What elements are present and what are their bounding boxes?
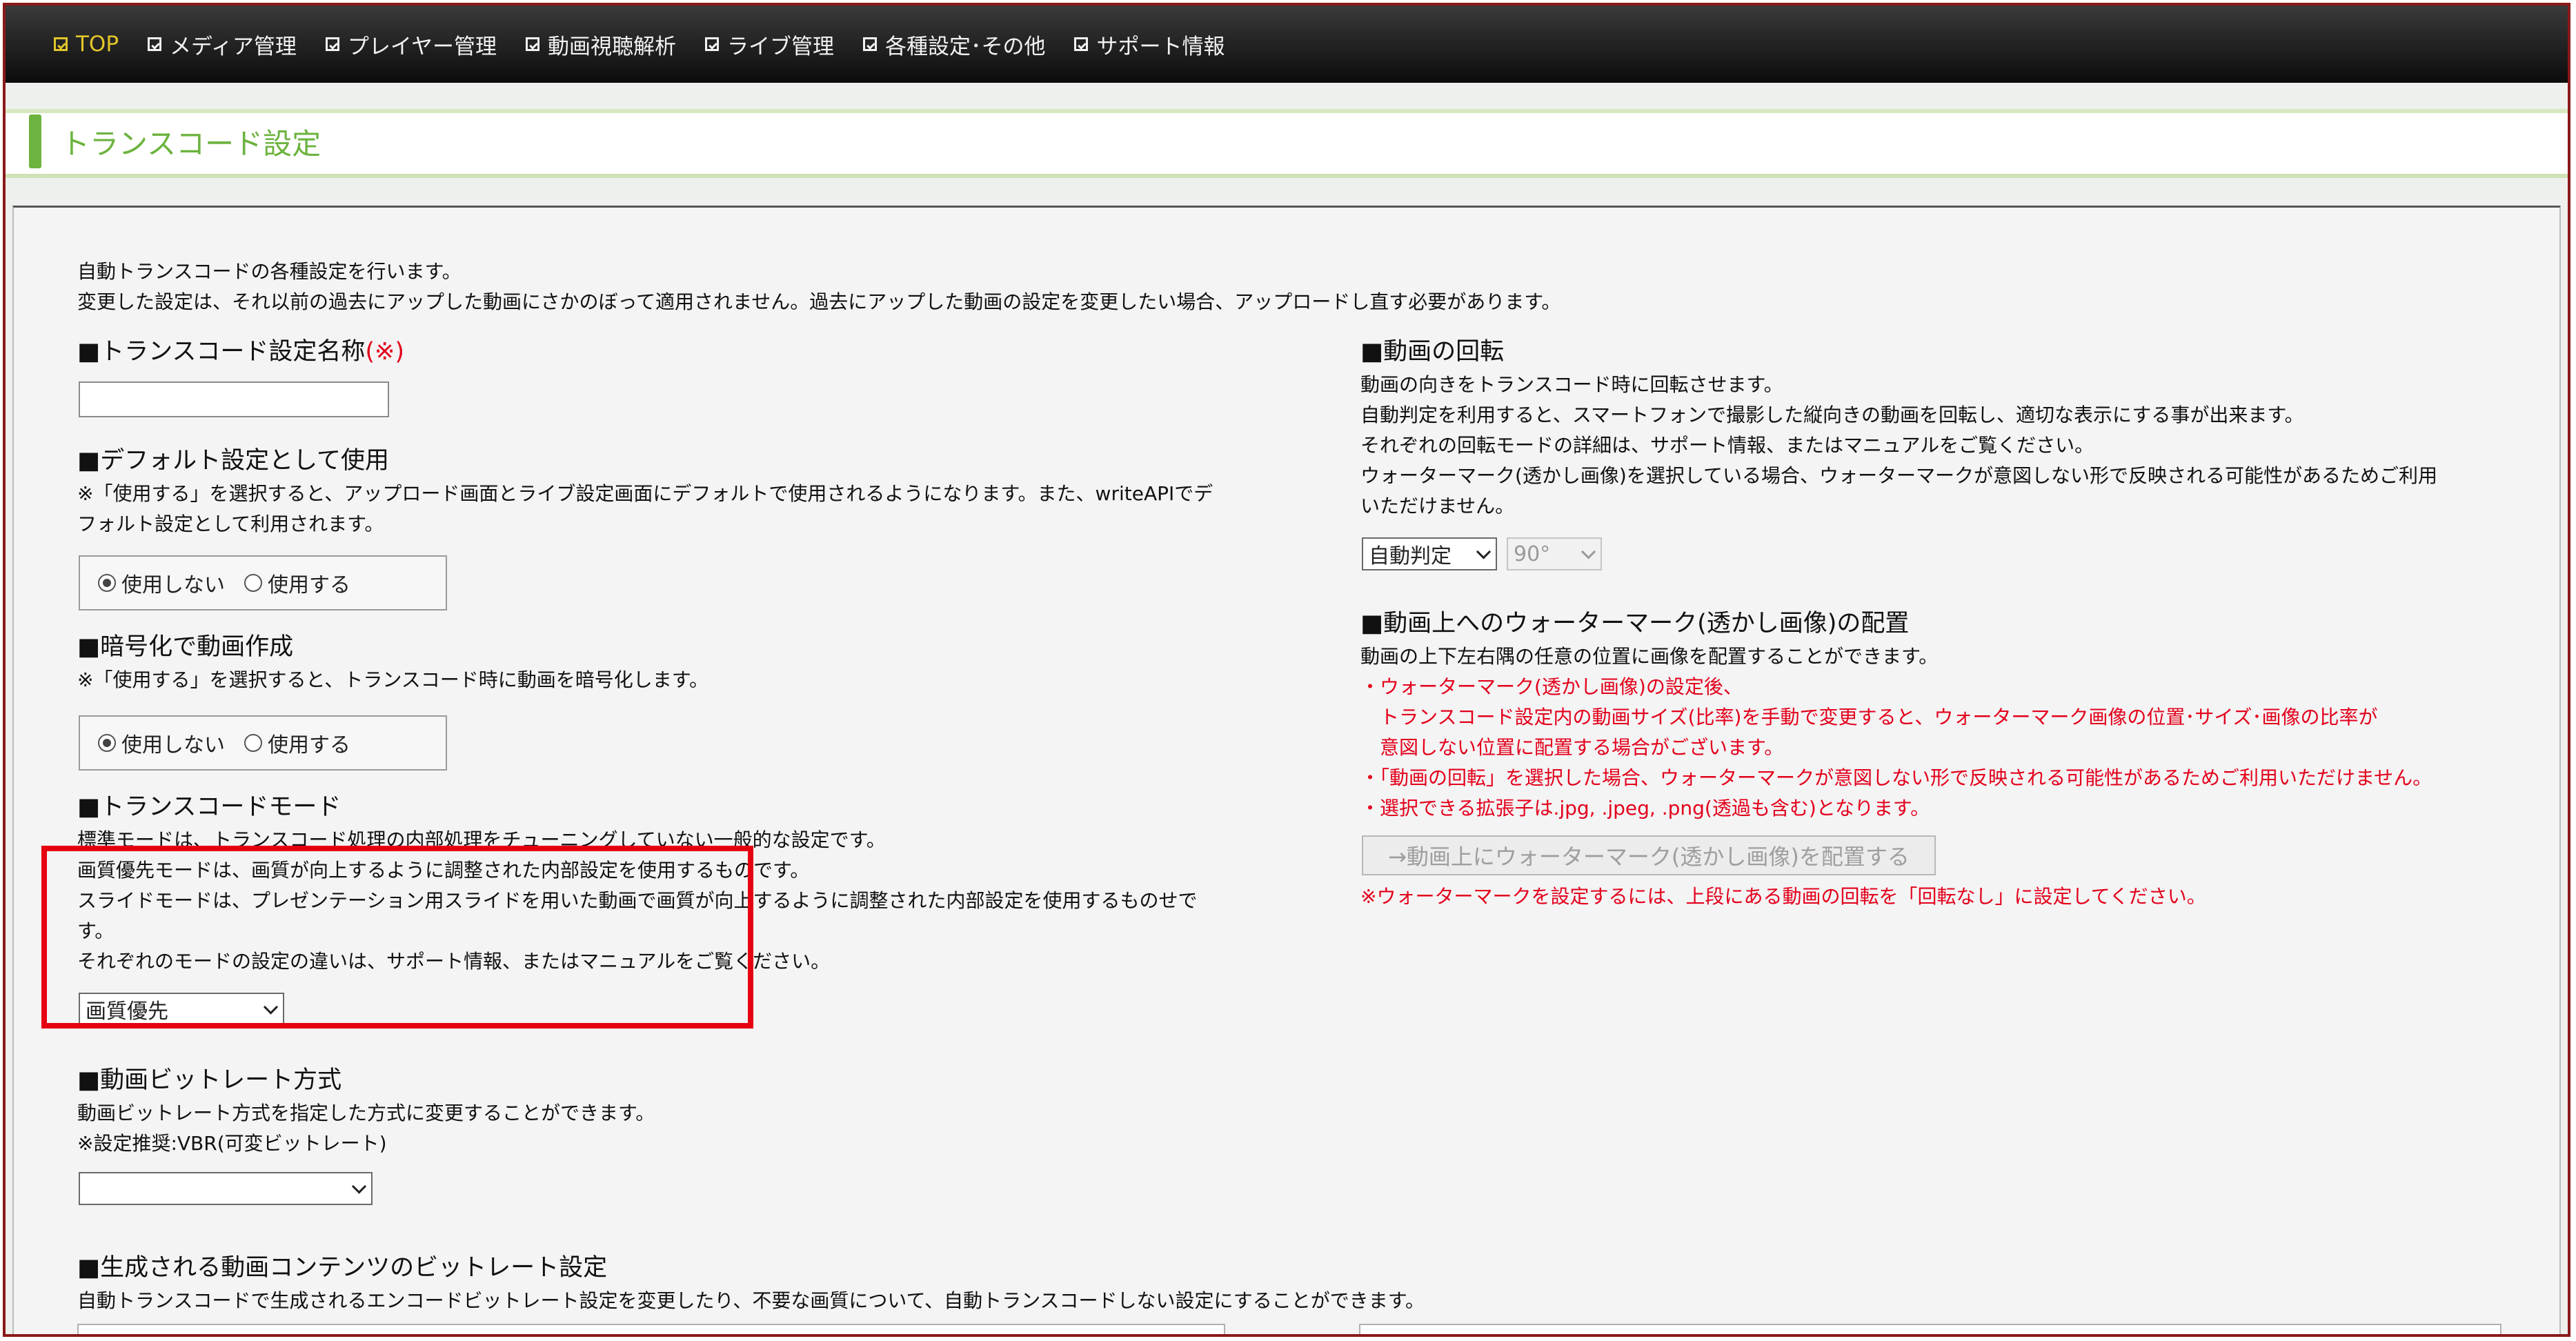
nav-item-player[interactable]: プレイヤー管理 (325, 29, 497, 60)
rotation-line: 動画の向きをトランスコード時に回転させます。 (1360, 373, 1783, 396)
watermark-note: ・ウォーターマーク(透かし画像)の設定後、 (1360, 675, 1743, 698)
settings-name-input[interactable] (79, 381, 389, 417)
default-use-note-2: フォルト設定として利用されます。 (77, 513, 384, 535)
watermark-note: トランスコード設定内の動画サイズ(比率)を手動で変更すると、ウォーターマーク画像… (1360, 706, 2378, 728)
required-mark: (※) (365, 338, 405, 366)
bitrate-mode-line-2: ※設定推奨:VBR(可変ビットレート) (77, 1132, 387, 1155)
encryption-radio-group: 使用しない 使用する (79, 715, 447, 771)
default-use-radio-group: 使用しない 使用する (79, 555, 447, 610)
checkbox-icon (862, 37, 877, 51)
rotation-heading: ■動画の回転 (1360, 338, 1505, 366)
radio-selected-icon (98, 734, 116, 752)
title-accent-bar (29, 115, 41, 168)
default-use-note-1: ※「使用する」を選択すると、アップロード画面とライブ設定画面にデフォルトで使用さ… (77, 482, 1213, 505)
nav-item-analytics[interactable]: 動画視聴解析 (525, 29, 676, 60)
watermark-note: 意図しない位置に配置する場合がございます。 (1360, 736, 1784, 759)
nav-item-live[interactable]: ライブ管理 (704, 29, 834, 60)
nav-item-support[interactable]: サポート情報 (1074, 29, 1225, 60)
nav-item-top[interactable]: TOP (54, 32, 119, 57)
checkbox-icon (704, 37, 719, 51)
rotation-angle-select: 90° (1507, 537, 1602, 570)
watermark-note: ・選択できる拡張子は.jpg, .jpeg, .png(透過も含む)となります。 (1360, 797, 1930, 820)
watermark-note: ・「動画の回転」を選択した場合、ウォーターマークが意図しない形で反映される可能性… (1360, 766, 2433, 789)
nav-item-media[interactable]: メディア管理 (148, 29, 297, 60)
checkbox-icon (148, 37, 162, 51)
watermark-warning: ※ウォーターマークを設定するには、上段にある動画の回転を「回転なし」に設定してく… (1360, 885, 2206, 908)
checkbox-icon (525, 37, 539, 51)
content-bitrate-box-right (1359, 1324, 2501, 1334)
nav-label: TOP (76, 32, 119, 57)
checkbox-icon (1074, 37, 1089, 51)
place-watermark-button: →動画上にウォーターマーク(透かし画像)を配置する (1362, 835, 1936, 875)
rotation-line: いただけません。 (1360, 495, 1515, 517)
bitrate-mode-heading: ■動画ビットレート方式 (77, 1066, 342, 1094)
rotation-line: 自動判定を利用すると、スマートフォンで撮影した縦向きの動画を回転し、適切な表示に… (1360, 404, 2304, 426)
watermark-line-1: 動画の上下左右隅の任意の位置に画像を配置することができます。 (1360, 645, 1939, 668)
encryption-note: ※「使用する」を選択すると、トランスコード時に動画を暗号化します。 (77, 668, 709, 691)
bitrate-mode-line-1: 動画ビットレート方式を指定した方式に変更することができます。 (77, 1102, 655, 1124)
rotation-mode-select[interactable]: 自動判定 (1362, 537, 1497, 570)
highlight-box (41, 846, 753, 1029)
encryption-heading: ■暗号化で動画作成 (77, 633, 294, 661)
content-bitrate-box-left (77, 1324, 1225, 1334)
chevron-down-icon (1476, 544, 1492, 559)
nav-label: メディア管理 (170, 34, 297, 59)
checkbox-icon (325, 37, 339, 51)
page-header: トランスコード設定 (6, 109, 2568, 178)
settings-panel: 自動トランスコードの各種設定を行います。 変更した設定は、それ以前の過去にアップ… (12, 206, 2561, 1334)
nav-label: サポート情報 (1096, 34, 1225, 59)
settings-name-heading: ■トランスコード設定名称(※) (77, 338, 405, 366)
top-nav: TOP メディア管理 プレイヤー管理 動画視聴解析 ライブ管理 各種設定･その他… (6, 6, 2568, 83)
nav-label: プレイヤー管理 (347, 34, 497, 59)
transcode-mode-heading: ■トランスコードモード (77, 793, 341, 821)
content-bitrate-heading: ■生成される動画コンテンツのビットレート設定 (77, 1254, 608, 1282)
radio-default-not-use[interactable]: 使用しない (98, 568, 225, 598)
intro-line-1: 自動トランスコードの各種設定を行います。 (77, 260, 462, 283)
nav-label: 各種設定･その他 (884, 34, 1046, 59)
content-bitrate-line-1: 自動トランスコードで生成されるエンコードビットレート設定を変更したり、不要な画質… (77, 1289, 1425, 1312)
radio-encrypt-not-use[interactable]: 使用しない (98, 728, 225, 758)
watermark-heading: ■動画上へのウォーターマーク(透かし画像)の配置 (1360, 610, 1910, 637)
radio-default-use[interactable]: 使用する (244, 568, 350, 598)
nav-label: ライブ管理 (726, 34, 834, 59)
default-use-heading: ■デフォルト設定として使用 (77, 447, 390, 475)
radio-encrypt-use[interactable]: 使用する (244, 728, 350, 758)
checkbox-icon (54, 37, 68, 51)
radio-icon (244, 734, 262, 752)
rotation-line: それぞれの回転モードの詳細は、サポート情報、またはマニュアルをご覧ください。 (1360, 434, 2094, 457)
chevron-down-icon (1581, 544, 1596, 559)
browser-frame: TOP メディア管理 プレイヤー管理 動画視聴解析 ライブ管理 各種設定･その他… (3, 3, 2570, 1337)
chevron-down-icon (351, 1179, 367, 1194)
nav-label: 動画視聴解析 (547, 34, 676, 59)
nav-item-settings[interactable]: 各種設定･その他 (862, 29, 1046, 60)
radio-icon (244, 574, 262, 592)
page-title: トランスコード設定 (61, 126, 321, 161)
intro-line-2: 変更した設定は、それ以前の過去にアップした動画にさかのぼって適用されません。過去… (77, 290, 1561, 313)
bitrate-mode-select[interactable] (79, 1172, 373, 1205)
rotation-line: ウォーターマーク(透かし画像)を選択している場合、ウォーターマークが意図しない形… (1360, 464, 2438, 487)
radio-selected-icon (98, 574, 116, 592)
